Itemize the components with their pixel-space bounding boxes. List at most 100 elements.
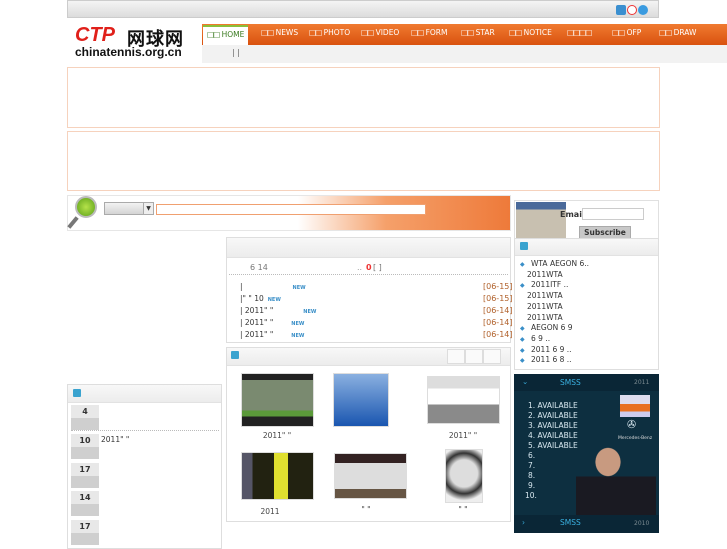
nav-form[interactable]: □□ FORM <box>411 28 447 37</box>
logo-brand: CTP <box>75 24 115 46</box>
news-row[interactable]: | 2011" " NEW <box>240 318 304 327</box>
new-badge: NEW <box>267 297 281 303</box>
banner-ad-1[interactable] <box>67 67 660 128</box>
smss-item[interactable]: 7. <box>528 461 535 470</box>
list-item[interactable]: ◆ 2011 6 8 .. <box>520 355 572 364</box>
smss-item[interactable]: 9. <box>528 481 535 490</box>
sponsor-name: Mercedes-Benz <box>618 436 653 441</box>
arrow-right-icon <box>73 389 81 397</box>
diamond-icon: ◆ <box>520 261 525 268</box>
news-meta-bracket[interactable]: [ ] <box>373 263 382 272</box>
day-number: 17 <box>71 520 99 533</box>
schedule-item[interactable]: 2011" " <box>101 435 129 444</box>
email-label: Email <box>560 210 585 219</box>
person-photo <box>576 444 656 516</box>
list-item[interactable]: ◆ 2011 6 9 .. <box>520 345 572 354</box>
diamond-icon: ◆ <box>520 336 525 343</box>
list-item[interactable]: ◆ 6 9 .. <box>520 334 550 343</box>
new-badge: NEW <box>291 333 305 339</box>
search-input[interactable] <box>156 204 426 215</box>
photo-thumb[interactable] <box>241 452 314 500</box>
smss-item[interactable]: 1. AVAILABLE <box>528 401 578 410</box>
news-date: [06-14] <box>483 330 513 339</box>
day-number: 4 <box>71 405 99 418</box>
smss-footer-title: SMSS <box>560 518 581 527</box>
list-item[interactable]: ◆ WTA AEGON 6.. <box>520 259 589 268</box>
nav-item-8[interactable]: □□□□ <box>567 28 592 37</box>
news-meta-count: 0 <box>366 263 372 272</box>
list-item[interactable]: ◆ 2011ITF .. <box>520 280 568 289</box>
list-item[interactable]: 2011WTA <box>527 302 563 311</box>
nav-photo[interactable]: □□ PHOTO <box>309 28 350 37</box>
mercedes-logo-icon: ✇ <box>627 418 637 431</box>
photo-thumb[interactable] <box>334 453 407 499</box>
photo-tab-1[interactable] <box>447 349 465 364</box>
photo-caption[interactable]: 2011" " <box>237 431 317 440</box>
site-logo[interactable]: CTP 网球网 chinatennis.org.cn <box>75 24 200 62</box>
smss-item[interactable]: 2. AVAILABLE <box>528 411 578 420</box>
play-icon[interactable] <box>638 5 648 15</box>
photo-tab-2[interactable] <box>465 349 483 364</box>
nav-ofp[interactable]: □□ OFP <box>612 28 641 37</box>
smss-item[interactable]: 10. <box>525 491 537 500</box>
arrow-right-icon <box>520 242 528 250</box>
day-number: 10 <box>71 434 99 447</box>
day-bar <box>71 504 99 516</box>
nav-home[interactable]: □□ HOME <box>203 25 249 46</box>
news-row[interactable]: | 2011" " NEW <box>240 330 304 339</box>
diamond-icon: ◆ <box>520 282 525 289</box>
news-meta-dots: .. <box>357 263 363 272</box>
search-category-select[interactable]: ▼ <box>104 202 154 215</box>
smss-item[interactable]: 4. AVAILABLE <box>528 431 578 440</box>
photo-caption[interactable]: " " <box>326 505 406 514</box>
smss-item[interactable]: 8. <box>528 471 535 480</box>
smss-item[interactable]: 5. AVAILABLE <box>528 441 578 450</box>
banner-ad-2[interactable] <box>67 131 660 191</box>
smss-footer-year: 2010 <box>634 520 650 527</box>
nav-video[interactable]: □□ VIDEO <box>361 28 399 37</box>
smss-panel: ⌄ SMSS 2011 ✇ Mercedes-Benz 1. AVAILABLE… <box>514 374 659 533</box>
photo-caption[interactable]: 2011 <box>230 507 310 516</box>
news-date: [06-15] <box>483 294 513 303</box>
photo-caption[interactable]: 2011" " <box>423 431 503 440</box>
nav-news[interactable]: □□ NEWS <box>261 28 298 37</box>
photo-thumb[interactable] <box>241 373 314 427</box>
new-badge: NEW <box>292 285 306 291</box>
news-row[interactable]: | NEW <box>240 282 306 291</box>
list-item[interactable]: 2011WTA <box>527 313 563 322</box>
news-panel-header <box>227 238 510 258</box>
list-item[interactable]: 2011WTA <box>527 291 563 300</box>
chevron-right-icon: › <box>522 518 525 527</box>
sub-nav-links[interactable]: | | <box>232 48 240 57</box>
nav-star[interactable]: □□ STAR <box>461 28 495 37</box>
sub-nav: | | <box>202 45 727 63</box>
magnifier-icon <box>67 196 99 230</box>
photo-thumb[interactable] <box>445 449 483 503</box>
divider <box>229 274 508 275</box>
email-input[interactable] <box>582 208 644 220</box>
news-row[interactable]: | 2011" " NEW <box>240 306 316 315</box>
weibo-icon[interactable] <box>627 5 637 15</box>
photo-thumb[interactable] <box>427 376 500 424</box>
day-number: 14 <box>71 491 99 504</box>
list-item[interactable]: 2011WTA <box>527 270 563 279</box>
list-item[interactable]: ◆ AEGON 6 9 <box>520 323 573 332</box>
arrow-right-icon <box>231 351 239 359</box>
photo-thumb[interactable] <box>333 373 389 427</box>
qq-icon[interactable] <box>616 5 626 15</box>
photo-caption[interactable]: " " <box>423 505 503 514</box>
news-row[interactable]: |" " 10 NEW <box>240 294 281 303</box>
photo-tab-3[interactable] <box>483 349 501 364</box>
schedule-panel-header <box>68 385 221 403</box>
nav-draw[interactable]: □□ DRAW <box>659 28 696 37</box>
news-date: [06-14] <box>483 306 513 315</box>
nav-notice[interactable]: □□ NOTICE <box>509 28 552 37</box>
smss-item[interactable]: 3. AVAILABLE <box>528 421 578 430</box>
divider <box>71 430 219 431</box>
smss-item[interactable]: 6. <box>528 451 535 460</box>
tournament-logo <box>620 395 650 417</box>
diamond-icon: ◆ <box>520 357 525 364</box>
day-bar <box>71 533 99 545</box>
top-bar <box>67 0 659 18</box>
day-bar <box>71 418 99 430</box>
